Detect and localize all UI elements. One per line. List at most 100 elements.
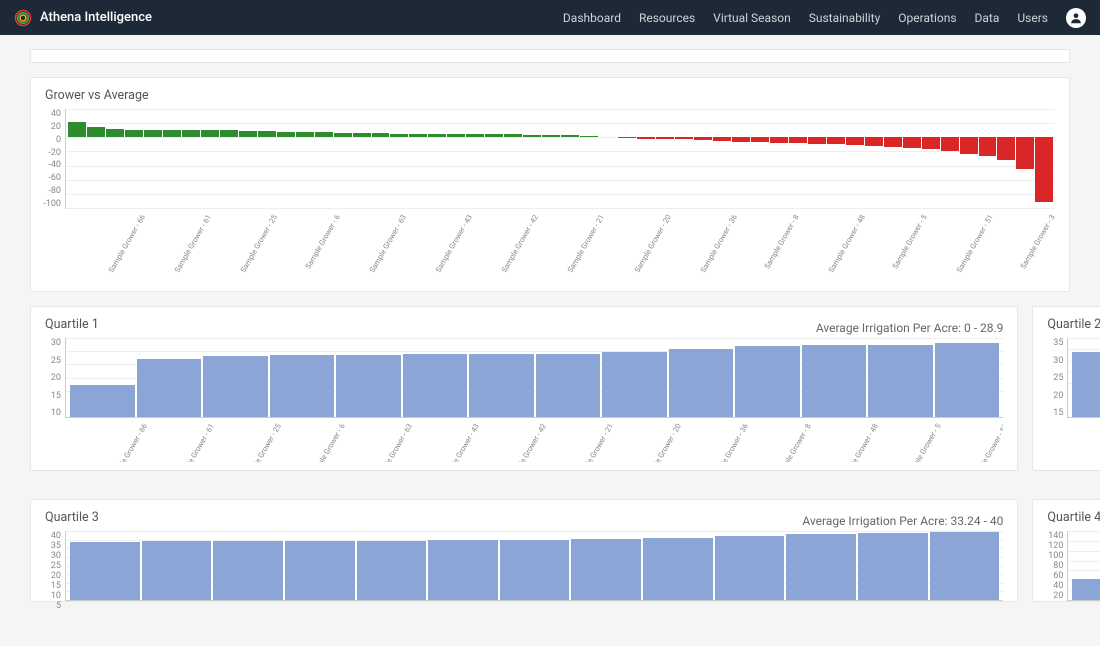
bar: [523, 109, 541, 208]
bar: [669, 349, 734, 417]
q1-bars: [66, 338, 1003, 417]
bar: [336, 355, 401, 417]
bar: [922, 109, 940, 208]
nav-resources[interactable]: Resources: [639, 11, 695, 25]
x-axis-label: Sample Grower - 61: [176, 422, 216, 462]
cutoff-card: [30, 49, 1070, 63]
card-quartile-3: Quartile 3 Average Irrigation Per Acre: …: [30, 499, 1018, 602]
bar: [87, 109, 105, 208]
bar: [960, 109, 978, 208]
nav-links: Dashboard Resources Virtual Season Susta…: [563, 11, 1048, 25]
bar: [786, 534, 856, 600]
nav-sustainability[interactable]: Sustainability: [809, 11, 881, 25]
x-axis-label: Sample Grower - 43: [440, 422, 480, 462]
bar: [390, 109, 408, 208]
brand-name: Athena Intelligence: [40, 10, 152, 25]
bar: [220, 109, 238, 208]
card-quartile-2: Quartile 2 Average Irrigation Per Acre: …: [1032, 306, 1100, 471]
bar: [70, 542, 140, 600]
x-axis-label: Sample Grower - 66: [109, 422, 149, 462]
q1-x-labels: Sample Grower - 66Sample Grower - 61Samp…: [69, 418, 1003, 427]
bar: [997, 109, 1015, 208]
x-axis-label: Sample Grower - 6: [303, 213, 341, 270]
bar: [751, 109, 769, 208]
page-content: Grower vs Average 40200-20-40-60-80-100 …: [0, 35, 1100, 646]
user-avatar-icon[interactable]: [1066, 8, 1086, 28]
q2-x-labels: Sample Grower - 3Sample Grower - 9Sample…: [1071, 418, 1100, 427]
q4-bars: [1068, 531, 1100, 600]
bar: [201, 109, 219, 208]
bar: [142, 541, 212, 600]
bar: [428, 109, 446, 208]
card-quartile-4: Quartile 4 Average Irrigation Per Acre: …: [1032, 499, 1100, 602]
q3-bars: [66, 531, 1003, 600]
bar: [802, 345, 867, 417]
bar: [979, 109, 997, 208]
bar: [1035, 109, 1053, 208]
bar: [1072, 352, 1100, 417]
x-axis-label: Sample Grower - 6: [308, 422, 346, 462]
q1-range: Average Irrigation Per Acre: 0 - 28.9: [816, 321, 1004, 335]
nav-operations[interactable]: Operations: [898, 11, 956, 25]
bar: [715, 536, 785, 600]
bar: [353, 109, 371, 208]
nav-users[interactable]: Users: [1017, 11, 1048, 25]
bar: [735, 346, 800, 417]
gva-x-labels: Sample Grower - 66Sample Grower - 61Samp…: [69, 209, 1055, 218]
bar: [789, 109, 807, 208]
q3-y-axis: 403530252015105: [45, 531, 65, 601]
x-axis-label: Sample Grower - 5: [905, 422, 943, 462]
x-axis-label: Sample Grower - 51: [955, 213, 995, 274]
bar: [285, 541, 355, 601]
bar: [137, 359, 202, 417]
bar: [125, 109, 143, 208]
bar: [930, 532, 1000, 600]
bar: [296, 109, 314, 208]
bar: [213, 541, 283, 600]
nav-dashboard[interactable]: Dashboard: [563, 11, 621, 25]
q2-y-axis: 3530252015: [1047, 338, 1067, 418]
bar: [258, 109, 276, 208]
x-axis-label: Sample Grower - 5: [891, 213, 929, 270]
nav-virtual-season[interactable]: Virtual Season: [713, 11, 791, 25]
bar: [466, 109, 484, 208]
bar: [713, 109, 731, 208]
bar: [277, 109, 295, 208]
bar: [315, 109, 333, 208]
bar: [561, 109, 579, 208]
bar: [270, 355, 335, 417]
q1-y-axis: 3025201510: [45, 338, 65, 418]
x-axis-label: Sample Grower - 3: [1019, 213, 1055, 270]
bar: [865, 109, 883, 208]
x-axis-label: Sample Grower - 20: [632, 213, 672, 274]
bar: [106, 109, 124, 208]
bar: [403, 354, 468, 417]
q3-range: Average Irrigation Per Acre: 33.24 - 40: [802, 514, 1003, 528]
bar: [602, 352, 667, 417]
q1-plot: [65, 338, 1003, 418]
bar: [846, 109, 864, 208]
x-axis-label: Sample Grower - 43: [433, 213, 473, 274]
bar: [447, 109, 465, 208]
bar: [357, 541, 427, 601]
x-axis-label: Sample Grower - 63: [367, 213, 407, 274]
bar: [935, 343, 1000, 417]
bar: [144, 109, 162, 208]
x-axis-label: Sample Grower - 21: [575, 422, 615, 462]
q4-plot: [1067, 531, 1100, 601]
x-axis-label: Sample Grower - 25: [243, 422, 283, 462]
x-axis-label: Sample Grower - 36: [709, 422, 749, 462]
bar: [409, 109, 427, 208]
x-axis-label: Sample Grower - 8: [762, 213, 800, 270]
bar: [571, 539, 641, 600]
x-axis-label: Sample Grower - 25: [239, 213, 279, 274]
bar: [182, 109, 200, 208]
bar: [599, 109, 617, 208]
bar: [675, 109, 693, 208]
x-axis-label: Sample Grower - 8: [774, 422, 812, 462]
nav-data[interactable]: Data: [975, 11, 1000, 25]
bar: [858, 533, 928, 600]
bar: [580, 109, 598, 208]
bar: [469, 354, 534, 417]
bar: [1072, 579, 1100, 600]
